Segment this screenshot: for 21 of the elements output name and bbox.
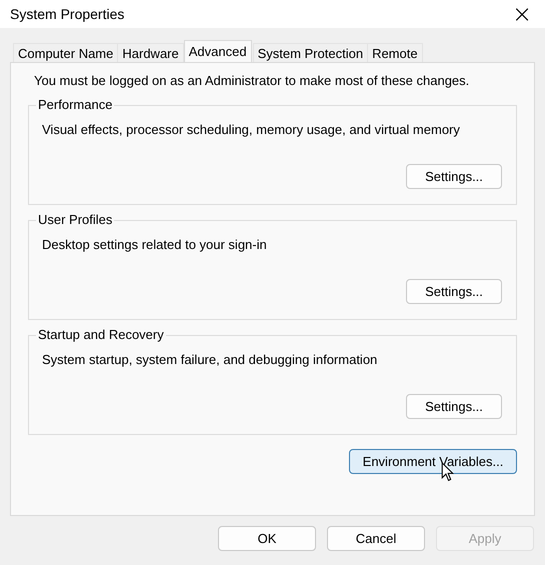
- environment-variables-button[interactable]: Environment Variables...: [349, 449, 517, 474]
- tab[interactable]: Remote: [367, 43, 423, 62]
- settings-button[interactable]: Settings...: [406, 394, 502, 419]
- notice-text: You must be logged on as an Administrator to make most of these changes.: [33, 73, 470, 88]
- dialog-button[interactable]: Cancel: [327, 526, 425, 551]
- group-title: Performance: [36, 97, 114, 112]
- window-title: System Properties: [10, 6, 124, 22]
- tab[interactable]: Advanced: [184, 40, 252, 62]
- settings-button[interactable]: Settings...: [406, 164, 502, 189]
- tab[interactable]: Computer Name: [13, 43, 118, 62]
- tab[interactable]: System Protection: [252, 43, 368, 62]
- dialog-button: Apply: [436, 526, 534, 551]
- group-title: User Profiles: [36, 212, 114, 227]
- dialog-button[interactable]: OK: [218, 526, 316, 551]
- tab[interactable]: Hardware: [117, 43, 184, 62]
- group-description: Desktop settings related to your sign-in: [42, 237, 268, 252]
- group-description: Visual effects, processor scheduling, memory usage, and virtual memory: [42, 122, 461, 137]
- group-title: Startup and Recovery: [36, 327, 166, 342]
- group-description: System startup, system failure, and debugging information: [42, 352, 378, 367]
- settings-button[interactable]: Settings...: [406, 279, 502, 304]
- close-button[interactable]: ×: [499, 0, 545, 28]
